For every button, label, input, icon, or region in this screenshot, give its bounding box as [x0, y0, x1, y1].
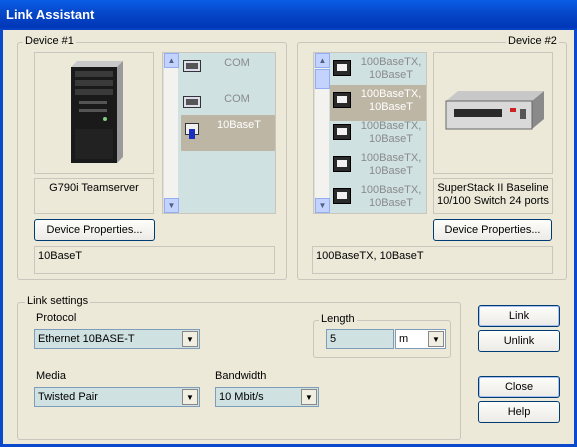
rj45-port-icon: [333, 60, 351, 76]
chevron-down-icon[interactable]: ▼: [428, 331, 444, 347]
device2-port-label: 100BaseTX, 10BaseT: [360, 184, 422, 209]
chevron-down-icon[interactable]: ▼: [301, 389, 317, 405]
serial-port-icon: [183, 96, 201, 108]
device2-name-line1: SuperStack II Baseline: [437, 182, 549, 194]
media-select[interactable]: Twisted Pair ▼: [34, 387, 200, 407]
device2-properties-label: Device Properties...: [444, 224, 541, 236]
length-input[interactable]: 5: [326, 329, 394, 349]
device2-image-panel: [433, 52, 553, 174]
scroll-up-button[interactable]: ▲: [164, 53, 179, 68]
window-title: Link Assistant: [6, 7, 95, 22]
title-bar[interactable]: Link Assistant: [0, 0, 577, 30]
bandwidth-select[interactable]: 10 Mbit/s ▼: [215, 387, 319, 407]
rj45-port-icon: [333, 188, 351, 204]
device1-summary-box: 10BaseT: [34, 246, 275, 274]
device1-port-label: COM: [224, 57, 250, 69]
scroll-down-button[interactable]: ▼: [164, 198, 179, 213]
device1-port-label: 10BaseT: [216, 119, 262, 131]
device2-port-scrollbar[interactable]: ▲ ▼: [314, 53, 330, 213]
protocol-label: Protocol: [36, 312, 77, 324]
device2-name-line2: 10/100 Switch 24 ports: [437, 195, 549, 207]
device2-name-box: SuperStack II Baseline 10/100 Switch 24 …: [433, 178, 553, 214]
serial-port-icon: [183, 60, 201, 72]
device2-port-label: 100BaseTX, 10BaseT: [360, 56, 422, 81]
device2-port-item[interactable]: 100BaseTX, 10BaseT: [330, 53, 426, 89]
device1-summary: 10BaseT: [38, 250, 83, 262]
close-button[interactable]: Close: [478, 376, 560, 398]
length-unit-value: m: [399, 333, 409, 345]
rj45-port-icon: [333, 156, 351, 172]
device1-name-box: G790i Teamserver: [34, 178, 154, 214]
scroll-up-button[interactable]: ▲: [315, 53, 330, 68]
device2-port-label: 100BaseTX, 10BaseT: [360, 120, 422, 145]
length-legend: Length: [319, 313, 357, 325]
bandwidth-label: Bandwidth: [215, 370, 267, 382]
bandwidth-value: 10 Mbit/s: [219, 391, 264, 403]
device2-properties-button[interactable]: Device Properties...: [433, 219, 552, 241]
device1-name: G790i Teamserver: [49, 182, 139, 194]
server-tower-icon: [71, 61, 123, 163]
close-button-label: Close: [504, 381, 534, 393]
device2-port-label: 100BaseTX, 10BaseT: [360, 88, 422, 113]
network-switch-icon: [445, 91, 544, 130]
ethernet-port-icon: [185, 123, 199, 139]
device1-port-item[interactable]: COM: [181, 53, 275, 89]
link-button[interactable]: Link: [478, 305, 560, 327]
device1-legend: Device #1: [23, 35, 76, 47]
rj45-port-icon: [333, 124, 351, 140]
device2-summary: 100BaseTX, 10BaseT: [316, 250, 424, 262]
device1-port-item-selected[interactable]: 10BaseT: [181, 115, 275, 151]
device2-port-list[interactable]: ▲ ▼ 100BaseTX, 10BaseT 100BaseTX, 10BaseT …: [313, 52, 427, 214]
device2-port-item[interactable]: 100BaseTX, 10BaseT: [330, 149, 426, 185]
device1-port-label: COM: [224, 93, 250, 105]
device2-summary-box: 100BaseTX, 10BaseT: [312, 246, 553, 274]
device1-port-list[interactable]: ▲ ▼ COM COM 10BaseT: [162, 52, 276, 214]
help-button-label: Help: [507, 406, 531, 418]
device1-image-panel: [34, 52, 154, 174]
unlink-button[interactable]: Unlink: [478, 330, 560, 352]
chevron-down-icon: ▼: [318, 201, 327, 210]
rj45-port-icon: [333, 92, 351, 108]
help-button[interactable]: Help: [478, 401, 560, 423]
link-settings-legend: Link settings: [25, 295, 91, 307]
length-unit-select[interactable]: m ▼: [395, 329, 446, 349]
protocol-value: Ethernet 10BASE-T: [38, 333, 135, 345]
link-button-label: Link: [508, 310, 530, 322]
device2-port-label: 100BaseTX, 10BaseT: [360, 152, 422, 177]
media-value: Twisted Pair: [38, 391, 98, 403]
chevron-up-icon: ▲: [318, 56, 327, 65]
device2-port-item[interactable]: 100BaseTX, 10BaseT: [330, 181, 426, 213]
device1-properties-label: Device Properties...: [46, 224, 143, 236]
scroll-down-button[interactable]: ▼: [315, 198, 330, 213]
unlink-button-label: Unlink: [503, 335, 535, 347]
device2-port-item[interactable]: 100BaseTX, 10BaseT: [330, 117, 426, 153]
scroll-thumb[interactable]: [315, 69, 330, 89]
media-label: Media: [36, 370, 66, 382]
chevron-up-icon: ▲: [167, 56, 176, 65]
device1-port-scrollbar[interactable]: ▲ ▼: [163, 53, 179, 213]
device2-port-item-selected[interactable]: 100BaseTX, 10BaseT: [330, 85, 426, 121]
protocol-select[interactable]: Ethernet 10BASE-T ▼: [34, 329, 200, 349]
chevron-down-icon[interactable]: ▼: [182, 389, 198, 405]
dialog-body: Device #1 G790i Teamserver ▲ ▼ COM COM 1…: [0, 30, 577, 447]
chevron-down-icon: ▼: [167, 201, 176, 210]
chevron-down-icon[interactable]: ▼: [182, 331, 198, 347]
device2-legend: Device #2: [506, 35, 559, 47]
length-value: 5: [330, 333, 337, 345]
device1-properties-button[interactable]: Device Properties...: [34, 219, 155, 241]
